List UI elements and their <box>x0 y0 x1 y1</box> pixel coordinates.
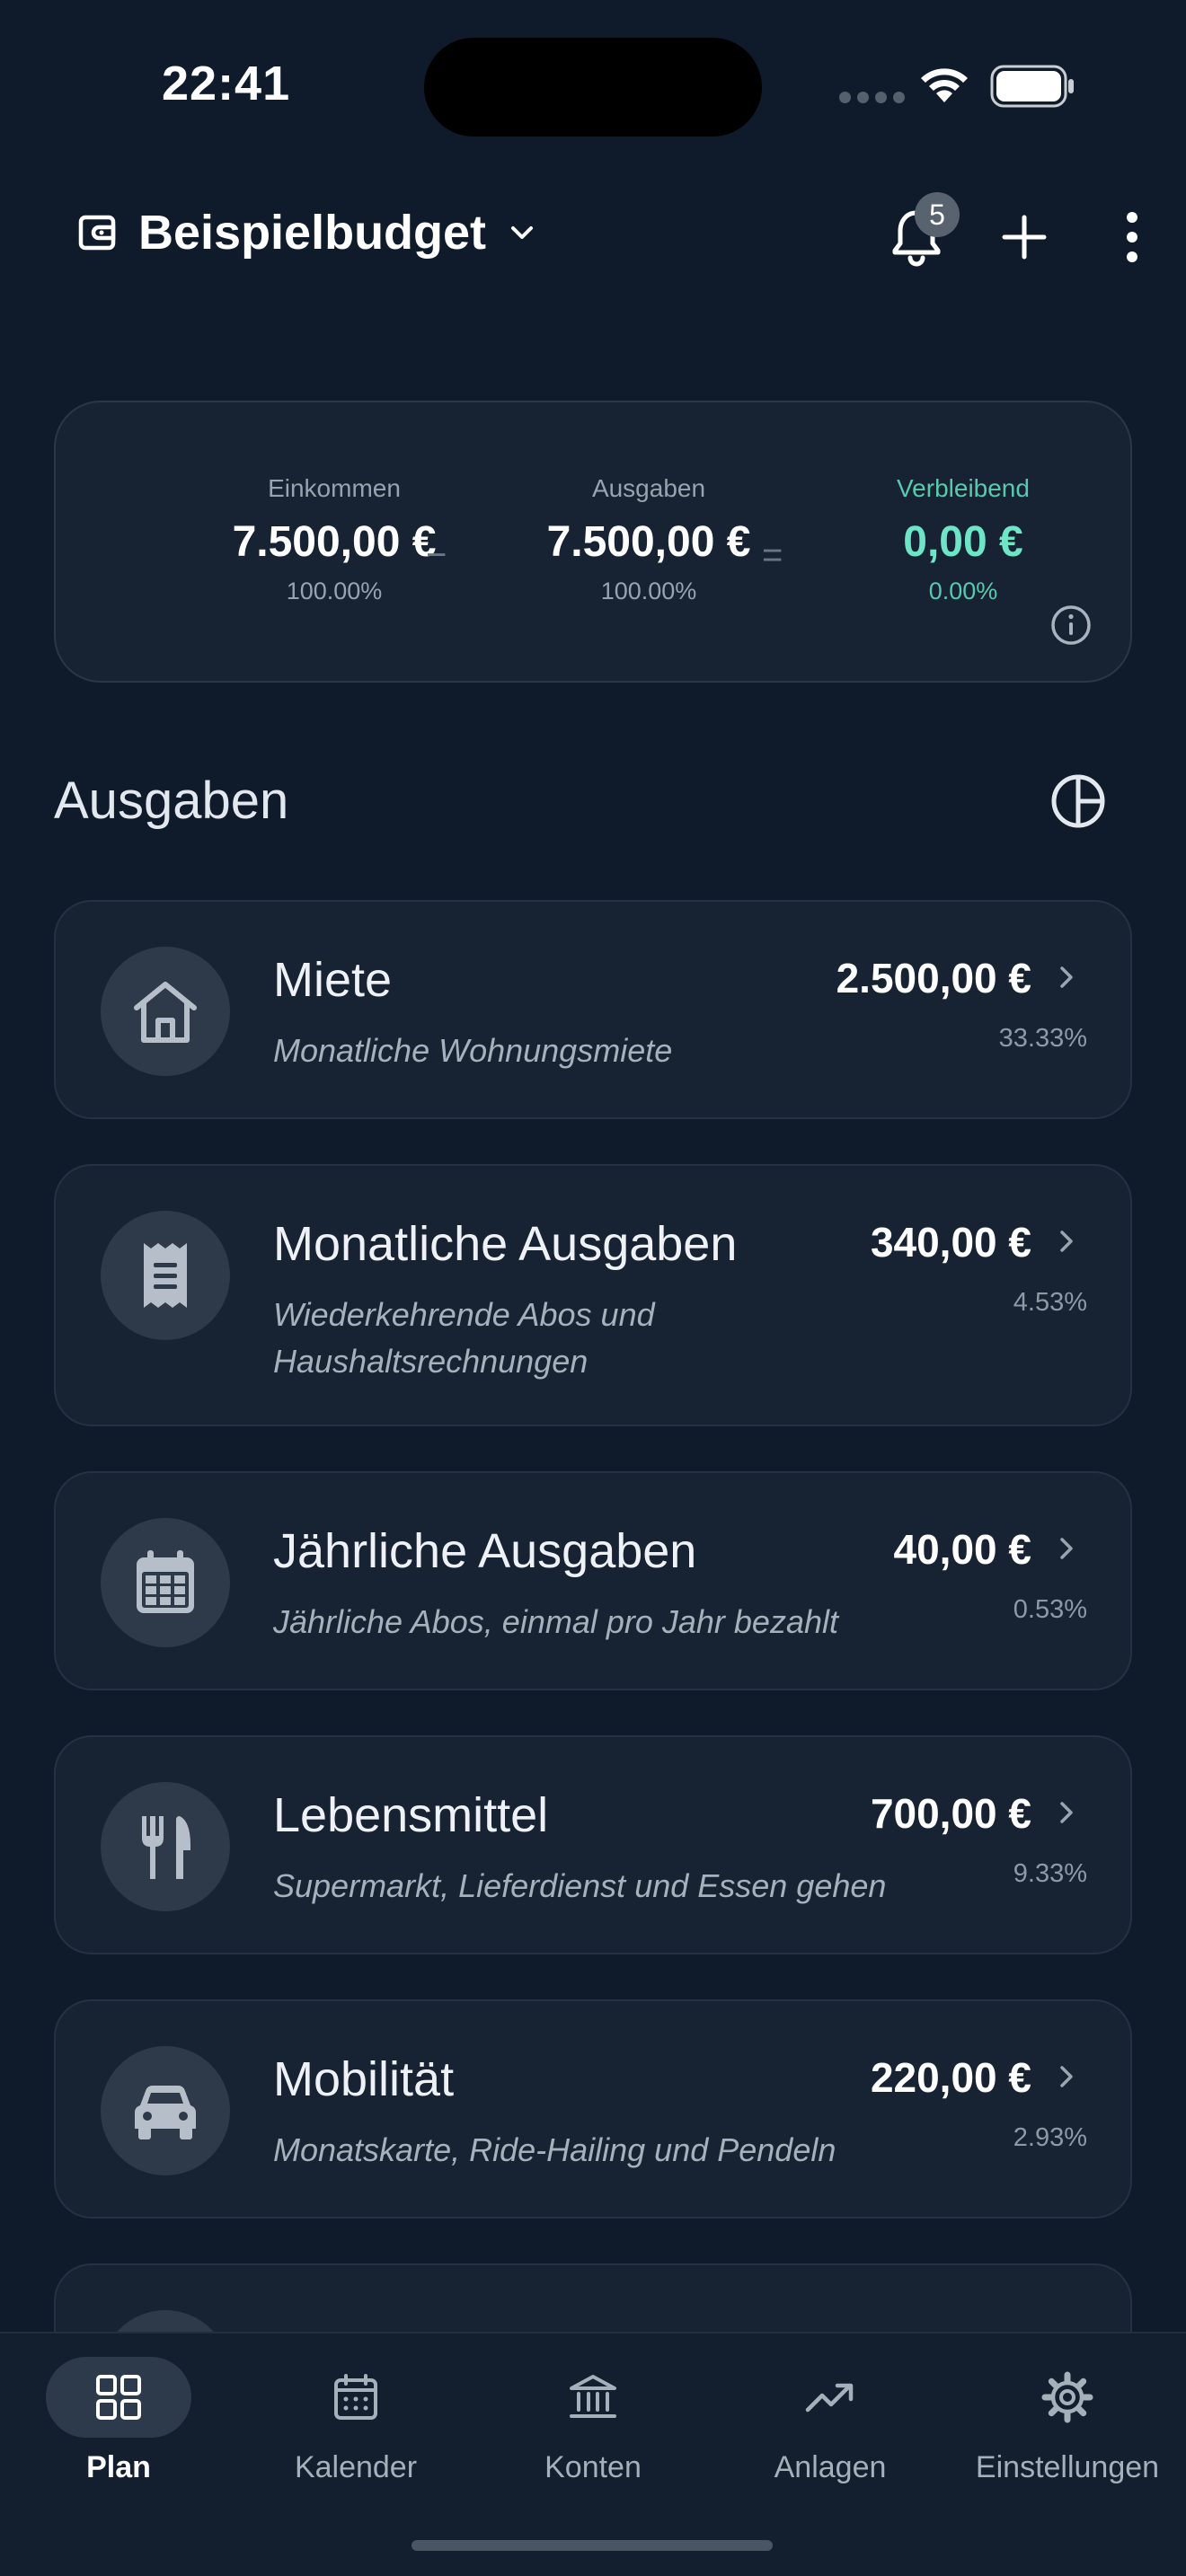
category-amount: 2.500,00 € <box>836 955 1031 1001</box>
category-amount: 40,00 € <box>893 1526 1031 1573</box>
budget-selector[interactable]: Beispielbudget <box>77 205 538 260</box>
category-title: Jährliche Ausgaben <box>273 1524 697 1578</box>
chevron-right-icon <box>1060 966 1073 988</box>
home-indicator[interactable] <box>412 2540 773 2551</box>
more-vertical-icon <box>1127 212 1137 262</box>
category-amount: 340,00 € <box>870 1219 1031 1266</box>
nav-label: Konten <box>544 2450 642 2484</box>
info-icon[interactable] <box>1048 602 1094 648</box>
calendar-icon <box>137 1550 194 1613</box>
expenses-value: 7.500,00 € <box>546 518 751 566</box>
category-title: Mobilität <box>273 2052 455 2106</box>
more-menu-button[interactable] <box>1103 199 1161 275</box>
nav-konten[interactable]: Konten <box>474 2357 712 2485</box>
gear-icon <box>1041 2371 1093 2423</box>
income-percent: 100.00% <box>286 578 383 604</box>
budget-name: Beispielbudget <box>138 206 487 260</box>
chevron-right-icon <box>1060 2066 1073 2087</box>
category-icon-circle <box>101 947 230 1076</box>
screen: 22:41 Beispielbudget 5 Einkommen 7.500,0… <box>0 0 1186 2576</box>
category-title: Lebensmittel <box>273 1788 549 1842</box>
plus-icon <box>1002 215 1047 260</box>
wallet-icon <box>78 215 116 251</box>
category-icon-circle <box>101 2046 230 2175</box>
nav-kalender[interactable]: Kalender <box>237 2357 474 2485</box>
bank-icon <box>570 2375 616 2418</box>
wifi-icon <box>921 68 968 102</box>
chevron-right-icon <box>1060 1538 1073 1559</box>
dynamic-island <box>424 38 762 137</box>
expenses-label: Ausgaben <box>591 474 706 502</box>
category-card-monatliche-ausgaben[interactable]: Monatliche Ausgaben Wiederkehrende Abos … <box>54 1164 1132 1426</box>
home-icon <box>134 982 197 1043</box>
add-button[interactable] <box>988 199 1060 275</box>
pie-chart-icon[interactable] <box>1042 765 1114 837</box>
nav-einstellungen[interactable]: Einstellungen <box>949 2357 1186 2485</box>
category-description: Wiederkehrende Abos und Haushaltsrechnun… <box>273 1296 655 1380</box>
remaining-label: Verbleibend <box>897 474 1030 502</box>
category-description: Jährliche Abos, einmal pro Jahr bezahlt <box>273 1603 838 1640</box>
section-title: Ausgaben <box>54 772 289 830</box>
calendar-icon <box>334 2374 377 2420</box>
category-card-miete[interactable]: Miete Monatliche Wohnungsmiete 2.500,00 … <box>54 900 1132 1119</box>
expenses-percent: 100.00% <box>600 578 697 604</box>
nav-anlagen[interactable]: Anlagen <box>712 2357 949 2485</box>
equals-operator: = <box>762 535 783 575</box>
category-icon-circle <box>101 1518 230 1647</box>
category-description: Supermarkt, Lieferdienst und Essen gehen <box>273 1867 887 1904</box>
category-title: Miete <box>273 953 393 1007</box>
category-amount: 700,00 € <box>870 1790 1031 1837</box>
cellular-dots-icon <box>839 92 905 103</box>
category-icon-circle <box>101 1211 230 1340</box>
income-label: Einkommen <box>268 474 401 502</box>
category-icon-circle <box>101 1782 230 1911</box>
category-percent: 0.53% <box>1013 1595 1087 1624</box>
category-title: Monatliche Ausgaben <box>273 1217 738 1271</box>
category-description: Monatskarte, Ride-Hailing und Pendeln <box>273 2131 836 2168</box>
category-card-lebensmittel[interactable]: Lebensmittel Supermarkt, Lieferdienst un… <box>54 1735 1132 1954</box>
category-amount: 220,00 € <box>870 2054 1031 2101</box>
category-card-mobilitaet[interactable]: Mobilität Monatskarte, Ride-Hailing und … <box>54 1999 1132 2219</box>
chevron-right-icon <box>1060 1231 1073 1252</box>
nav-label: Kalender <box>294 2450 418 2484</box>
grid-icon <box>96 2375 141 2420</box>
category-card-jaehrliche-ausgaben[interactable]: Jährliche Ausgaben Jährliche Abos, einma… <box>54 1471 1132 1690</box>
status-time: 22:41 <box>162 57 291 110</box>
restaurant-icon <box>142 1816 190 1879</box>
receipt-icon <box>144 1243 187 1308</box>
nav-label: Anlagen <box>774 2450 887 2484</box>
category-percent: 4.53% <box>1013 1288 1087 1317</box>
budget-summary-card: Einkommen 7.500,00 € 100.00% − Ausgaben … <box>54 401 1132 683</box>
nav-label: Einstellungen <box>975 2450 1160 2484</box>
chevron-down-icon <box>511 226 534 239</box>
remaining-value: 0,00 € <box>903 518 1023 566</box>
nav-label: Plan <box>86 2450 151 2484</box>
trending-up-icon <box>805 2383 854 2413</box>
nav-indicator <box>46 2357 191 2438</box>
category-percent: 2.93% <box>1013 2123 1087 2152</box>
minus-operator: − <box>426 535 447 575</box>
chevron-right-icon <box>1060 1802 1073 1823</box>
notification-badge: 5 <box>915 192 960 237</box>
nav-plan[interactable]: Plan <box>0 2357 237 2485</box>
car-icon <box>135 2086 196 2139</box>
category-description: Monatliche Wohnungsmiete <box>273 1032 673 1069</box>
battery-icon <box>990 65 1074 108</box>
expenses-summary: Ausgaben 7.500,00 € 100.00% <box>514 474 783 605</box>
category-percent: 33.33% <box>998 1024 1087 1053</box>
category-percent: 9.33% <box>1013 1859 1087 1888</box>
remaining-summary: Verbleibend 0,00 € 0.00% <box>828 474 1098 605</box>
